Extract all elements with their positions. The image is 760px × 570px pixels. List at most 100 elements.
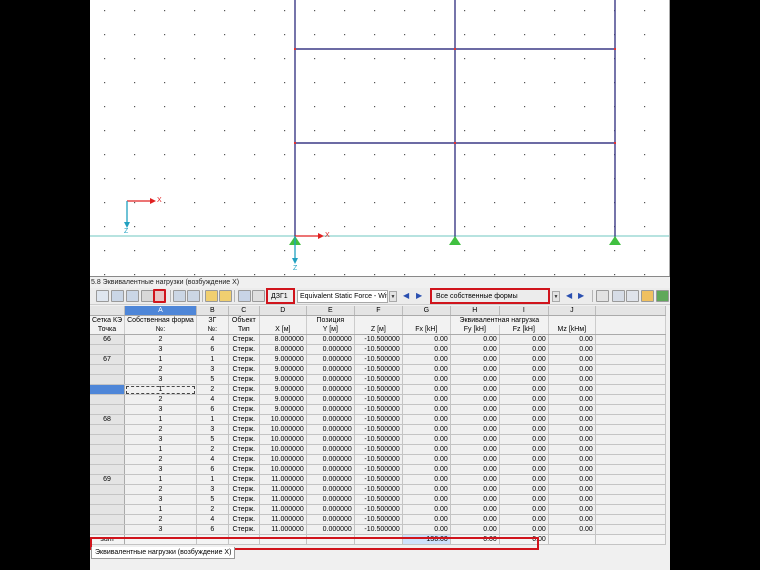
table-row[interactable]: 2 3 Стерж. 9.000000 0.000000 -10.500000 0.00 0.… <box>90 364 666 375</box>
eigenmode-cell[interactable]: 2 <box>124 514 197 525</box>
column-letter-e[interactable]: E <box>306 306 355 316</box>
x-cell[interactable]: 10.000000 <box>259 434 307 445</box>
point-cell[interactable]: 67 <box>90 354 126 365</box>
eigenmode-filter-select[interactable]: Все собственные формы <box>434 291 547 302</box>
column-letter-a[interactable]: A <box>124 306 197 316</box>
column-letter-c[interactable]: C <box>228 306 260 316</box>
fy-cell[interactable]: 0.00 <box>450 364 500 375</box>
fz-cell[interactable]: 0.00 <box>499 354 549 365</box>
floor-cell[interactable]: 5 <box>196 434 229 445</box>
mz-cell[interactable]: 0.00 <box>548 374 596 385</box>
x-cell[interactable]: 9.000000 <box>259 384 307 395</box>
mz-cell[interactable]: 0.00 <box>548 524 596 535</box>
x-cell[interactable]: 8.000000 <box>259 334 307 345</box>
z-cell[interactable]: -10.500000 <box>354 424 403 435</box>
mz-cell[interactable]: 0.00 <box>548 424 596 435</box>
y-cell[interactable]: 0.000000 <box>306 474 355 485</box>
z-cell[interactable]: -10.500000 <box>354 514 403 525</box>
fy-cell[interactable]: 0.00 <box>450 504 500 515</box>
column-letter-h[interactable]: H <box>450 306 500 316</box>
mz-cell[interactable]: 0.00 <box>548 404 596 415</box>
table-row[interactable]: 66 2 4 Стерж. 8.000000 0.000000 -10.500000 0.00… <box>90 334 666 345</box>
filter-icon[interactable] <box>612 290 625 302</box>
fz-cell[interactable]: 0.00 <box>499 384 549 395</box>
previous-table-icon[interactable] <box>173 290 186 302</box>
fy-cell[interactable]: 0.00 <box>450 454 500 465</box>
y-cell[interactable]: 0.000000 <box>306 394 355 405</box>
x-cell[interactable]: 11.000000 <box>259 494 307 505</box>
z-cell[interactable]: -10.500000 <box>354 464 403 475</box>
mz-cell[interactable]: 0.00 <box>548 514 596 525</box>
fz-cell[interactable]: 0.00 <box>499 494 549 505</box>
redo-icon[interactable] <box>219 290 232 302</box>
table-row[interactable]: 3 6 Стерж. 11.000000 0.000000 -10.500000 0.00 0… <box>90 524 666 535</box>
point-cell[interactable] <box>90 404 126 415</box>
x-cell[interactable]: 10.000000 <box>259 424 307 435</box>
mode-filter-dropdown-icon[interactable]: ▼ <box>552 291 560 302</box>
mz-cell[interactable]: 0.00 <box>548 464 596 475</box>
fx-cell[interactable]: 0.00 <box>402 484 451 495</box>
next-mode-icon[interactable]: ▶ <box>578 291 584 301</box>
fx-cell[interactable]: 0.00 <box>402 404 451 415</box>
fy-cell[interactable]: 0.00 <box>450 444 500 455</box>
eigenmode-cell[interactable]: 3 <box>124 374 197 385</box>
eigenmode-cell[interactable]: 2 <box>124 334 197 345</box>
y-cell[interactable]: 0.000000 <box>306 434 355 445</box>
table-filter-icon[interactable] <box>126 290 139 302</box>
fz-cell[interactable]: 0.00 <box>499 524 549 535</box>
z-cell[interactable]: -10.500000 <box>354 384 403 395</box>
fx-cell[interactable]: 0.00 <box>402 384 451 395</box>
fx-cell[interactable]: 0.00 <box>402 524 451 535</box>
y-cell[interactable]: 0.000000 <box>306 424 355 435</box>
fy-cell[interactable]: 0.00 <box>450 434 500 445</box>
fy-cell[interactable]: 0.00 <box>450 384 500 395</box>
floor-cell[interactable]: 2 <box>196 444 229 455</box>
z-cell[interactable]: -10.500000 <box>354 394 403 405</box>
fx-cell[interactable]: 0.00 <box>402 464 451 475</box>
y-cell[interactable]: 0.000000 <box>306 354 355 365</box>
fz-cell[interactable]: 0.00 <box>499 464 549 475</box>
point-cell[interactable] <box>90 374 126 385</box>
point-cell[interactable]: 66 <box>90 334 126 345</box>
corner-cell[interactable] <box>90 306 126 316</box>
mz-cell[interactable]: 0.00 <box>548 484 596 495</box>
y-cell[interactable]: 0.000000 <box>306 484 355 495</box>
table-row[interactable]: 2 3 Стерж. 11.000000 0.000000 -10.500000 0.00 0… <box>90 484 666 495</box>
fz-cell[interactable]: 0.00 <box>499 374 549 385</box>
object-type-cell[interactable]: Стерж. <box>228 404 260 415</box>
object-type-cell[interactable]: Стерж. <box>228 344 260 355</box>
y-cell[interactable]: 0.000000 <box>306 384 355 395</box>
x-cell[interactable]: 9.000000 <box>259 354 307 365</box>
y-cell[interactable]: 0.000000 <box>306 344 355 355</box>
table-row[interactable]: 3 6 Стерж. 10.000000 0.000000 -10.500000 0.00 0… <box>90 464 666 475</box>
fz-cell[interactable]: 0.00 <box>499 474 549 485</box>
point-cell[interactable] <box>90 424 126 435</box>
z-cell[interactable]: -10.500000 <box>354 484 403 495</box>
fy-cell[interactable]: 0.00 <box>450 394 500 405</box>
eigenmode-cell[interactable]: 1 <box>124 474 197 485</box>
x-cell[interactable]: 10.000000 <box>259 444 307 455</box>
x-cell[interactable]: 9.000000 <box>259 374 307 385</box>
fx-cell[interactable]: 0.00 <box>402 364 451 375</box>
point-cell[interactable] <box>90 464 126 475</box>
mz-cell[interactable]: 0.00 <box>548 414 596 425</box>
fx-cell[interactable]: 0.00 <box>402 374 451 385</box>
x-cell[interactable]: 11.000000 <box>259 514 307 525</box>
chart-icon[interactable] <box>252 290 265 302</box>
eigenmode-cell[interactable]: 1 <box>124 444 197 455</box>
y-cell[interactable]: 0.000000 <box>306 374 355 385</box>
fy-cell[interactable]: 0.00 <box>450 374 500 385</box>
fy-cell[interactable]: 0.00 <box>450 344 500 355</box>
undo-icon[interactable] <box>205 290 218 302</box>
fy-cell[interactable]: 0.00 <box>450 524 500 535</box>
eigenmode-cell[interactable]: 2 <box>124 424 197 435</box>
object-type-cell[interactable]: Стерж. <box>228 364 260 375</box>
structure-icon[interactable] <box>596 290 609 302</box>
x-cell[interactable]: 10.000000 <box>259 464 307 475</box>
fz-cell[interactable]: 0.00 <box>499 364 549 375</box>
x-cell[interactable]: 8.000000 <box>259 344 307 355</box>
z-cell[interactable]: -10.500000 <box>354 474 403 485</box>
fz-cell[interactable]: 0.00 <box>499 514 549 525</box>
tab-equivalent-loads[interactable]: Эквивалентные нагрузки (возбуждение X) <box>91 547 236 559</box>
eigenmode-cell[interactable]: 2 <box>124 364 197 375</box>
